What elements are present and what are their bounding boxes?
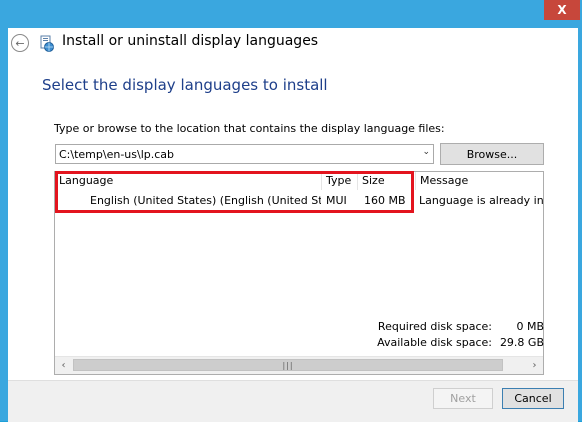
back-button[interactable]: ← [11, 34, 29, 52]
cell-language: English (United States) (English (United… [90, 194, 321, 207]
available-disk-space-value: 29.8 GB [499, 336, 544, 349]
column-header-language[interactable]: Language [55, 172, 322, 190]
path-instruction-label: Type or browse to the location that cont… [54, 122, 445, 135]
close-icon: X [557, 3, 567, 17]
window: X ← Install or uninstall display languag… [0, 0, 582, 422]
language-settings-icon [40, 35, 54, 52]
scroll-thumb[interactable]: ||| [73, 359, 503, 371]
path-input[interactable] [56, 145, 414, 163]
cell-message: Language is already insta [419, 194, 543, 207]
required-disk-space-value: 0 MB [516, 320, 544, 333]
window-title: Install or uninstall display languages [62, 33, 319, 49]
close-button[interactable]: X [544, 0, 580, 20]
cancel-button[interactable]: Cancel [502, 388, 564, 409]
column-header-message[interactable]: Message [416, 172, 543, 190]
cell-size: 160 MB [364, 194, 406, 207]
column-header-type[interactable]: Type [322, 172, 358, 190]
scroll-right-icon[interactable]: › [526, 357, 543, 373]
next-button[interactable]: Next [433, 388, 493, 409]
back-arrow-icon: ← [15, 36, 25, 50]
wizard-content: Select the display languages to install … [8, 62, 578, 380]
available-disk-space-label: Available disk space: [377, 336, 492, 349]
scroll-left-icon[interactable]: ‹ [55, 357, 72, 373]
horizontal-scrollbar[interactable]: ‹ ||| › [55, 356, 543, 374]
required-disk-space-label: Required disk space: [377, 320, 492, 333]
path-combobox[interactable]: ⌄ [55, 144, 434, 164]
wizard-header: ← Install or uninstall display languages [8, 28, 578, 62]
wizard-footer: Next Cancel [8, 380, 578, 422]
chevron-down-icon[interactable]: ⌄ [422, 147, 430, 157]
page-heading: Select the display languages to install [42, 76, 328, 94]
browse-button[interactable]: Browse... [440, 143, 544, 165]
cell-type: MUI [326, 194, 347, 207]
column-header-size[interactable]: Size [358, 172, 416, 190]
